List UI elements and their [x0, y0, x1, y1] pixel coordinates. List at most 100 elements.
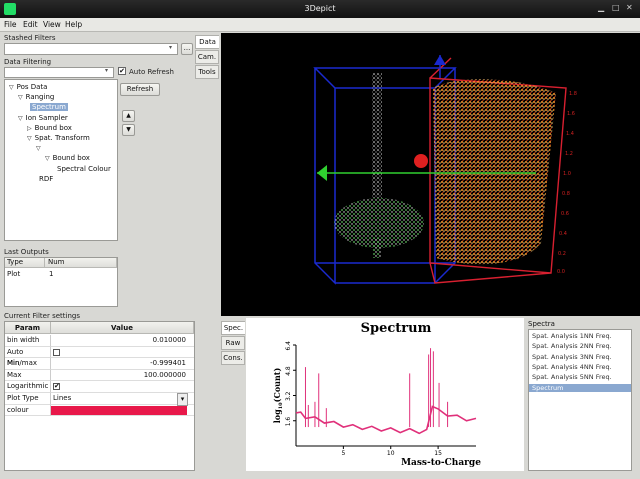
svg-text:0.4: 0.4: [559, 231, 567, 237]
spectrum-chart: Spectrum Mass-to-Charge log10(Count) 5 10 15 1…: [272, 321, 481, 468]
filter-add-combo[interactable]: [4, 67, 114, 78]
tab-data[interactable]: Data: [195, 35, 219, 49]
stash-options-button[interactable]: ...: [181, 43, 193, 55]
settings-checkbox[interactable]: [53, 348, 60, 356]
tab-raw[interactable]: Raw: [221, 336, 245, 350]
collapsed-triangle-icon[interactable]: ▷: [27, 125, 32, 132]
filter-tree[interactable]: ▽ Pos Data ▽ Ranging Spectrum ▽ Ion Sampler ▷ Bo…: [4, 79, 118, 241]
tab-cam[interactable]: Cam.: [195, 50, 219, 64]
settings-value-text: -0.999401: [150, 359, 186, 368]
settings-value[interactable]: ✔: [51, 381, 194, 393]
tree-item-label: Pos Data: [16, 83, 48, 91]
tree-item-label: Bound box: [34, 123, 72, 132]
tree-item[interactable]: ▽ Pos Data: [9, 83, 47, 91]
arrow-down-icon: ▼: [126, 126, 131, 133]
title-bar: 3Depict ▁ □ ✕: [0, 0, 640, 18]
spectra-list-item[interactable]: Spat. Analysis 5NN Freq.: [532, 373, 632, 381]
settings-value[interactable]: [51, 405, 194, 417]
expanded-triangle-icon[interactable]: ▽: [27, 135, 32, 142]
outputs-cell-num[interactable]: 1: [49, 270, 53, 278]
tree-item[interactable]: RDF: [36, 175, 53, 183]
tree-item-label: Ranging: [25, 93, 55, 102]
tab-spec[interactable]: Spec.: [221, 321, 245, 335]
svg-text:0.6: 0.6: [561, 211, 569, 217]
expanded-triangle-icon[interactable]: ▽: [18, 94, 23, 101]
settings-value-text: 0.010000: [152, 336, 186, 344]
move-down-button[interactable]: ▼: [122, 124, 135, 136]
settings-value-text: 100.000000: [143, 370, 186, 379]
minimize-icon[interactable]: ▁: [598, 3, 604, 12]
tree-item[interactable]: Spectral Colour: [54, 165, 111, 173]
spectra-list-item[interactable]: Spectrum: [529, 383, 631, 392]
stashed-filters-combo[interactable]: [4, 43, 178, 55]
window-title: 3Depict: [304, 4, 336, 13]
menu-help[interactable]: Help: [65, 20, 82, 29]
settings-label: Current Filter settings: [4, 312, 80, 320]
settings-value[interactable]: 0.010000: [51, 335, 194, 347]
settings-header-value: Value: [51, 322, 194, 334]
svg-text:1.4: 1.4: [566, 131, 574, 137]
spectra-list[interactable]: Spat. Analysis 1NN Freq. Spat. Analysis 2…: [528, 329, 632, 471]
settings-param: Auto Min/max: [5, 346, 51, 367]
tab-tools[interactable]: Tools: [195, 65, 219, 79]
outputs-cell-type[interactable]: Plot: [7, 270, 20, 278]
settings-param: Plot Type: [5, 393, 51, 405]
chart-ylabel: log10(Count): [272, 368, 284, 424]
3d-view[interactable]: 1.8 1.6 1.4 1.2 1.0 0.8 0.6 0.4 0.2 0.0: [221, 33, 640, 316]
red-pivot-sphere: [414, 154, 428, 168]
3d-scene: 1.8 1.6 1.4 1.2 1.0 0.8 0.6 0.4 0.2 0.0: [313, 55, 577, 285]
menu-file[interactable]: File: [4, 20, 17, 29]
settings-table: Param Value bin width 0.010000 Auto Min/ma…: [4, 321, 195, 471]
x-tick-label: 5: [341, 450, 345, 457]
spectra-list-item[interactable]: Spat. Analysis 3NN Freq.: [532, 353, 632, 361]
spectra-list-item[interactable]: Spat. Analysis 4NN Freq.: [532, 363, 632, 371]
settings-value[interactable]: -0.999401: [51, 358, 194, 370]
tree-item-label: Bound box: [52, 154, 90, 163]
tab-cons[interactable]: Cons.: [221, 351, 245, 365]
expanded-triangle-icon[interactable]: ▽: [18, 115, 23, 122]
chart-title: Spectrum: [361, 321, 432, 336]
settings-param: bin width: [5, 335, 51, 347]
spectra-header: Spectra: [528, 320, 555, 328]
stashed-filters-label: Stashed Filters: [4, 34, 56, 42]
tree-item[interactable]: ▽: [36, 144, 44, 152]
z-axis-ticks: 1.8 1.6 1.4 1.2 1.0 0.8 0.6 0.4 0.2 0.0: [557, 91, 577, 275]
close-icon[interactable]: ✕: [626, 3, 633, 12]
tree-item[interactable]: ▽ Bound box: [45, 154, 90, 162]
expanded-triangle-icon[interactable]: ▽: [9, 84, 14, 91]
auto-refresh-checkbox[interactable]: ✔: [118, 67, 126, 75]
spectra-list-item[interactable]: Spat. Analysis 2NN Freq.: [532, 342, 632, 350]
settings-param: Min: [5, 358, 51, 370]
tree-item[interactable]: ▽ Spat. Transform: [27, 134, 90, 142]
settings-checkbox[interactable]: ✔: [53, 383, 60, 391]
svg-text:0.2: 0.2: [558, 251, 566, 257]
ylabel-suffix: (Count): [272, 368, 282, 403]
outputs-header-num: Num: [45, 258, 117, 268]
tree-item[interactable]: ▽ Ranging: [18, 93, 54, 101]
refresh-button[interactable]: Refresh: [120, 83, 160, 96]
settings-value[interactable]: Lines ▾: [51, 393, 194, 406]
maximize-icon[interactable]: □: [612, 3, 620, 12]
tree-item-label: Spat. Transform: [34, 134, 90, 142]
y-tick-label: 1.6: [285, 417, 292, 427]
spectra-list-item[interactable]: Spat. Analysis 1NN Freq.: [532, 332, 632, 340]
settings-param: Max: [5, 369, 51, 382]
move-up-button[interactable]: ▲: [122, 110, 135, 122]
settings-value[interactable]: [51, 347, 194, 359]
point-cloud-volume: [433, 78, 556, 265]
last-outputs-label: Last Outputs: [4, 248, 49, 256]
menu-view[interactable]: View: [43, 20, 61, 29]
point-cloud-column: [372, 73, 382, 198]
tree-item[interactable]: Spectrum: [27, 103, 68, 112]
colour-swatch[interactable]: [51, 405, 187, 415]
settings-value[interactable]: 100.000000: [51, 370, 194, 382]
expanded-triangle-icon[interactable]: ▽: [45, 155, 50, 162]
point-cloud-stem: [373, 238, 381, 258]
menu-edit[interactable]: Edit: [23, 20, 38, 29]
spectrum-plot[interactable]: Spectrum Mass-to-Charge log10(Count) 5 10 15 1…: [246, 318, 524, 471]
expanded-triangle-icon[interactable]: ▽: [36, 145, 41, 152]
outputs-table: Type Num Plot 1: [4, 257, 118, 307]
svg-text:1.2: 1.2: [565, 151, 573, 157]
tree-item[interactable]: ▷ Bound box: [27, 124, 72, 132]
tree-item[interactable]: ▽ Ion Sampler: [18, 114, 68, 122]
